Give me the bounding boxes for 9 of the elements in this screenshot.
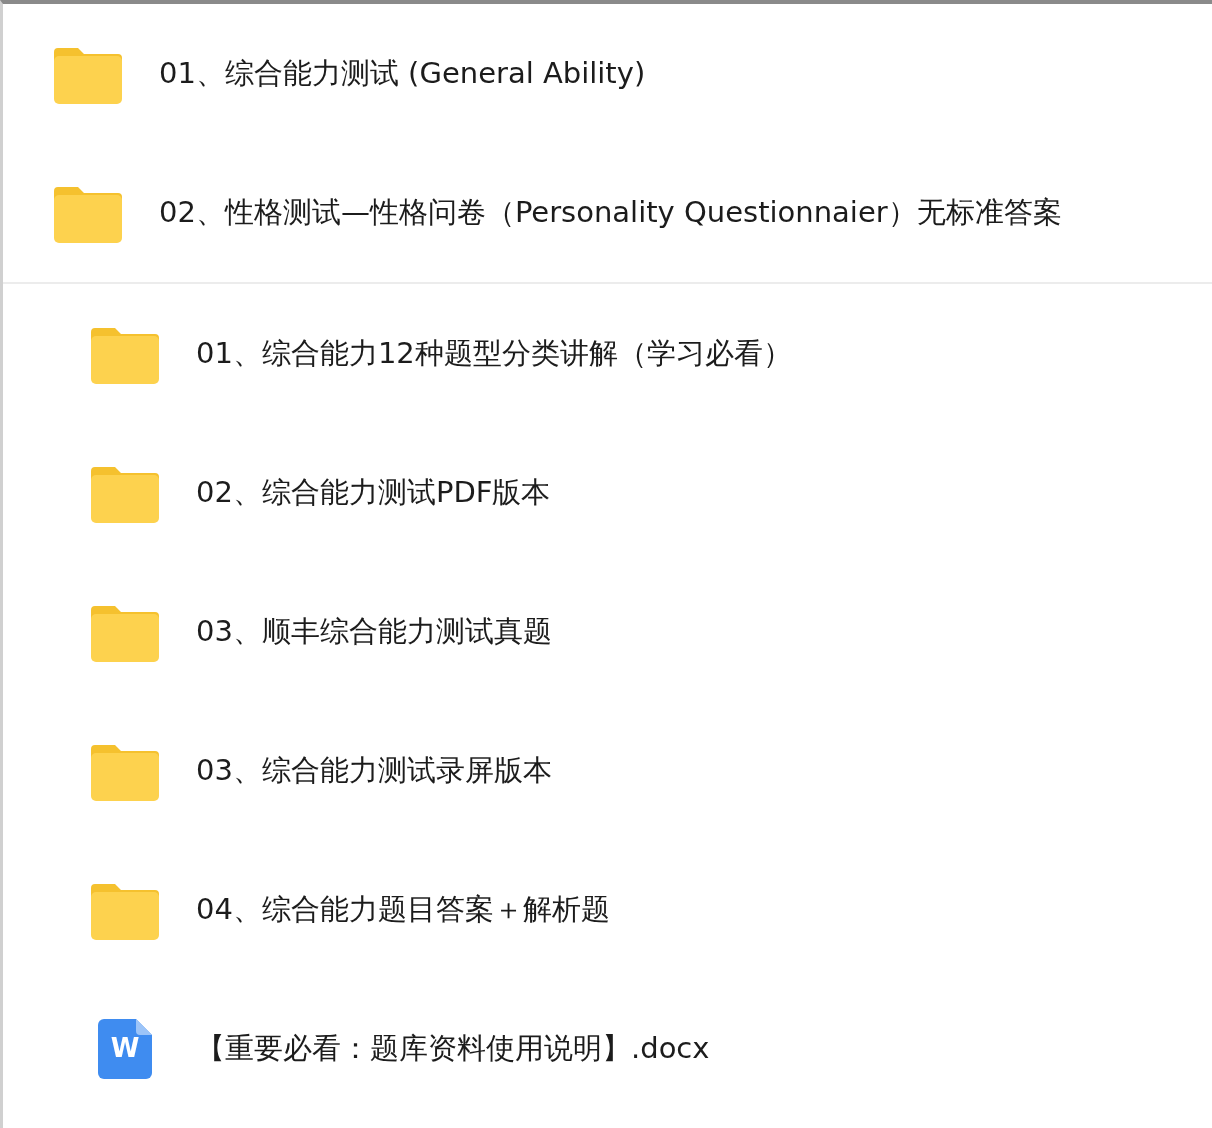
word-document-icon: W — [98, 1018, 152, 1079]
folder-name[interactable]: 01、综合能力测试 (General Ability) — [159, 53, 646, 94]
file-name[interactable]: 【重要必看：题库资料使用说明】.docx — [196, 1028, 710, 1069]
folder-name[interactable]: 03、综合能力测试录屏版本 — [196, 750, 552, 791]
folder-name[interactable]: 02、性格测试—性格问卷（Personality Questionnaier）无标准答案 — [159, 192, 1062, 233]
folder-name[interactable]: 04、综合能力题目答案＋解析题 — [196, 889, 610, 930]
folder-name[interactable]: 02、综合能力测试PDF版本 — [196, 472, 551, 513]
folder-name[interactable]: 01、综合能力12种题型分类讲解（学习必看） — [196, 333, 792, 374]
folder-name[interactable]: 03、顺丰综合能力测试真题 — [196, 611, 552, 652]
